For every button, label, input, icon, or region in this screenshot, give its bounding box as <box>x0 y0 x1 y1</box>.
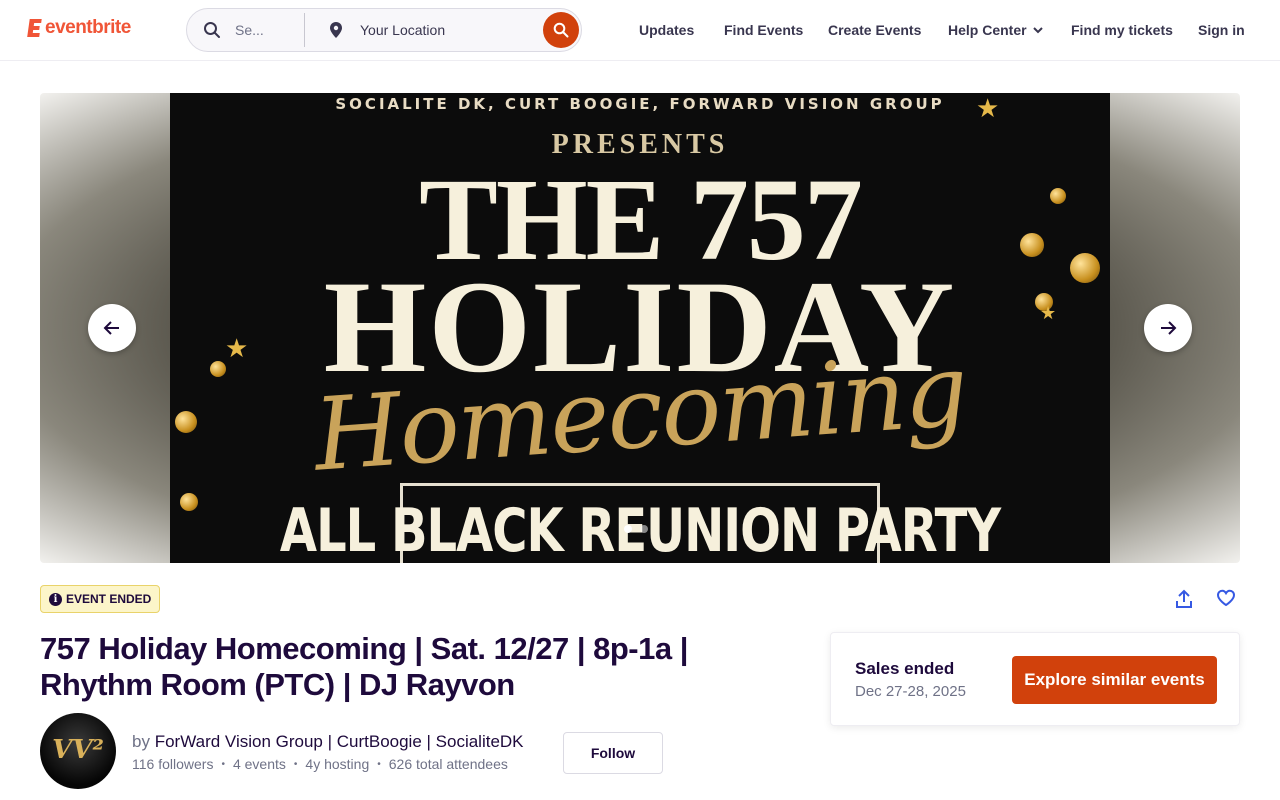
event-title: 757 Holiday Homecoming | Sat. 12/27 | 8p… <box>40 631 688 702</box>
logo-text: eventbrite <box>45 17 131 38</box>
star-decoration: ★ <box>976 93 1000 123</box>
avatar-logo-text: VV² <box>52 735 104 765</box>
explore-similar-events-button[interactable]: Explore similar events <box>1012 656 1217 704</box>
organizer-hosting: 4y hosting <box>305 756 370 772</box>
location-pin-icon <box>329 21 343 44</box>
nav-find-my-tickets[interactable]: Find my tickets <box>1071 22 1173 38</box>
sales-status: Sales ended <box>855 659 955 678</box>
organizer-avatar[interactable]: VV² <box>40 713 116 789</box>
event-image-carousel: SOCIALITE DK, CURT BOOGIE, FORWARD VISIO… <box>40 93 1240 563</box>
ornament-decoration <box>1070 253 1100 283</box>
organizer-byline: by ForWard Vision Group | CurtBoogie | S… <box>132 732 524 752</box>
search-divider <box>304 13 305 47</box>
ornament-decoration <box>1050 188 1066 204</box>
search-submit-button[interactable] <box>543 12 579 48</box>
ornament-decoration <box>210 361 226 377</box>
eventbrite-logo-icon <box>27 19 42 37</box>
stat-separator: • <box>377 758 381 770</box>
organizer-events: 4 events <box>232 756 286 772</box>
search-icon <box>553 22 569 38</box>
nav-help-center-label: Help Center <box>948 22 1027 38</box>
ornament-decoration <box>180 493 198 511</box>
event-flyer-image: SOCIALITE DK, CURT BOOGIE, FORWARD VISIO… <box>170 93 1110 563</box>
nav-help-center[interactable]: Help Center <box>948 22 1043 38</box>
carousel-dot[interactable] <box>624 525 632 533</box>
carousel-prev-button[interactable] <box>88 304 136 352</box>
search-bar: Se... Your Location <box>186 8 582 52</box>
nav-updates[interactable]: Updates <box>639 22 694 38</box>
search-input[interactable]: Se... <box>235 22 275 38</box>
carousel-next-button[interactable] <box>1144 304 1192 352</box>
eventbrite-logo[interactable]: eventbrite <box>24 17 131 39</box>
organizer-stats: 116 followers • 4 events • 4y hosting • … <box>132 756 508 772</box>
star-decoration: ★ <box>225 333 249 363</box>
chevron-down-icon <box>1032 26 1043 33</box>
nav-create-events[interactable]: Create Events <box>828 22 921 38</box>
arrow-right-icon <box>1161 321 1177 335</box>
stat-separator: • <box>293 758 298 770</box>
organizer-attendees: 626 total attendees <box>388 756 508 772</box>
stat-separator: • <box>221 758 225 770</box>
ornament-decoration <box>1020 233 1044 257</box>
carousel-dot[interactable] <box>640 525 648 533</box>
carousel-dots <box>624 525 648 533</box>
arrow-left-icon <box>103 321 119 335</box>
search-icon <box>203 21 221 44</box>
event-status-label: EVENT ENDED <box>66 592 152 606</box>
organizer-name-link[interactable]: ForWard Vision Group | CurtBoogie | Soci… <box>155 732 524 751</box>
heart-icon[interactable] <box>1216 589 1236 612</box>
sales-status-card: Sales ended Dec 27-28, 2025 Explore simi… <box>830 632 1240 726</box>
nav-find-events[interactable]: Find Events <box>724 22 803 38</box>
event-status-badge: i EVENT ENDED <box>40 585 161 613</box>
follow-button[interactable]: Follow <box>563 732 663 774</box>
organizer-followers: 116 followers <box>132 756 214 772</box>
ornament-decoration <box>175 411 197 433</box>
info-icon: i <box>49 592 62 606</box>
location-input[interactable]: Your Location <box>360 22 445 38</box>
star-decoration: ★ <box>1040 303 1057 323</box>
sales-dates: Dec 27-28, 2025 <box>855 683 966 700</box>
organizer-by-label: by <box>132 732 150 751</box>
flyer-presenters: SOCIALITE DK, CURT BOOGIE, FORWARD VISIO… <box>335 95 945 113</box>
share-icon[interactable] <box>1174 589 1194 614</box>
nav-sign-in[interactable]: Sign in <box>1198 22 1245 38</box>
top-nav-bar: eventbrite Se... Your Location Updates F… <box>0 0 1280 61</box>
